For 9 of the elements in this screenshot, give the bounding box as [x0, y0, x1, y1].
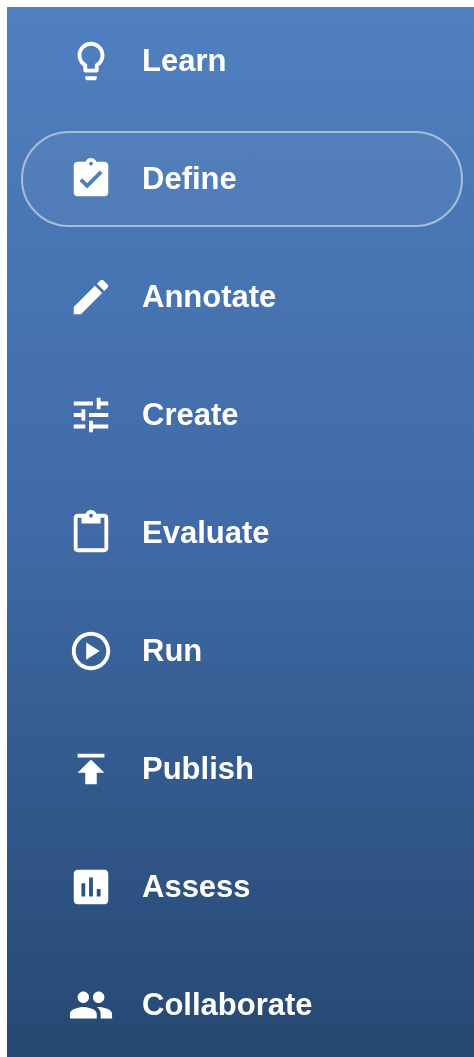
- nav-item[interactable]: Define: [21, 131, 463, 227]
- nav-item[interactable]: Assess: [21, 839, 463, 935]
- nav-item[interactable]: Run: [21, 603, 463, 699]
- nav-item[interactable]: Evaluate: [21, 485, 463, 581]
- nav-item[interactable]: Publish: [21, 721, 463, 817]
- nav-item[interactable]: Annotate: [21, 249, 463, 345]
- nav-item[interactable]: Collaborate: [21, 957, 463, 1053]
- nav-item[interactable]: Create: [21, 367, 463, 463]
- nav-item[interactable]: Learn: [21, 13, 463, 109]
